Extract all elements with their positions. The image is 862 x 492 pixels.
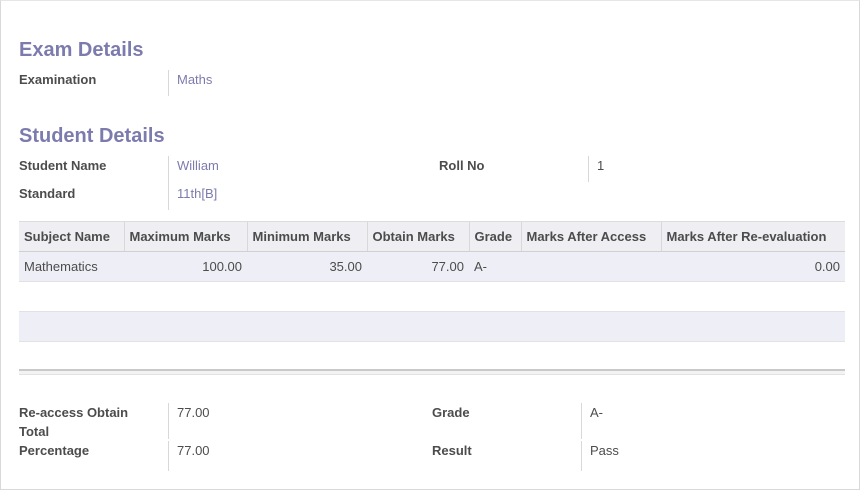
cell-marks-after-access	[521, 251, 661, 282]
student-name-value[interactable]: William	[168, 156, 219, 184]
examination-value[interactable]: Maths	[168, 70, 212, 96]
roll-no-label: Roll No	[439, 158, 485, 173]
table-row[interactable]: Mathematics 100.00 35.00 77.00 A- 0.00	[19, 251, 845, 282]
col-obtain-marks[interactable]: Obtain Marks	[366, 221, 469, 252]
cell-minimum-marks: 35.00	[247, 251, 367, 282]
table-footer-divider	[19, 369, 845, 375]
cell-obtain-marks: 77.00	[367, 251, 469, 282]
col-minimum-marks[interactable]: Minimum Marks	[246, 221, 367, 252]
cell-subject: Mathematics	[19, 251, 124, 282]
standard-value[interactable]: 11th[B]	[168, 184, 217, 210]
student-name-label: Student Name	[19, 158, 107, 173]
standard-label: Standard	[19, 186, 76, 201]
empty-cell	[19, 311, 845, 342]
exam-details-title: Exam Details	[19, 39, 144, 61]
col-marks-after-access[interactable]: Marks After Access	[520, 221, 661, 252]
col-subject-name[interactable]: Subject Name	[19, 221, 124, 252]
examination-label: Examination	[19, 72, 97, 87]
reaccess-label-line2: Total	[19, 424, 50, 439]
result-value: Pass	[581, 441, 619, 471]
form-sheet: Exam Details Examination Maths Student D…	[0, 0, 860, 490]
student-details-title: Student Details	[19, 125, 165, 147]
marks-table: Subject Name Maximum Marks Minimum Marks…	[19, 221, 845, 342]
cell-grade: A-	[469, 251, 521, 282]
reaccess-total-value: 77.00	[168, 403, 210, 439]
result-label: Result	[432, 443, 472, 458]
cell-maximum-marks: 100.00	[124, 251, 247, 282]
col-grade[interactable]: Grade	[468, 221, 521, 252]
col-marks-after-reevaluation[interactable]: Marks After Re-evaluation	[660, 221, 845, 252]
grade-label: Grade	[432, 405, 470, 420]
empty-cell	[19, 281, 845, 312]
cell-marks-after-reevaluation: 0.00	[661, 251, 845, 282]
percentage-value: 77.00	[168, 441, 210, 471]
table-header-row: Subject Name Maximum Marks Minimum Marks…	[19, 221, 845, 252]
percentage-label: Percentage	[19, 443, 90, 458]
roll-no-value: 1	[588, 156, 604, 182]
table-row-empty	[19, 311, 845, 342]
reaccess-total-label: Re-access Obtain Total	[19, 403, 128, 441]
grade-value: A-	[581, 403, 603, 439]
table-row-empty	[19, 281, 845, 312]
col-maximum-marks[interactable]: Maximum Marks	[123, 221, 247, 252]
reaccess-label-line1: Re-access Obtain	[19, 405, 129, 420]
